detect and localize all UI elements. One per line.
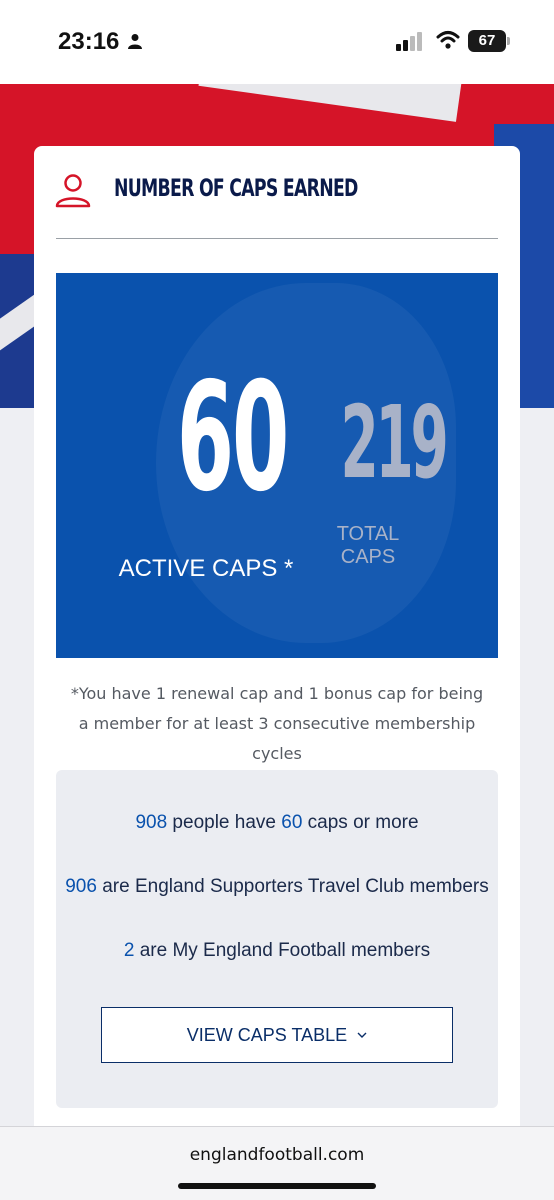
caps-footnote: *You have 1 renewal cap and 1 bonus cap … [70, 684, 484, 763]
view-caps-table-label: VIEW CAPS TABLE [186, 1024, 348, 1045]
stat-text: are England Supporters Travel Club membe… [96, 876, 489, 897]
stat-text: are My England Football members [134, 940, 431, 961]
battery-level: 67 [468, 30, 506, 52]
stat-caps-value: 60 [281, 812, 303, 833]
active-caps-value: 60 [176, 351, 290, 525]
stat-my-england-members: 2 are My England Football members [56, 940, 498, 962]
view-caps-table-button[interactable]: VIEW CAPS TABLE [101, 1007, 453, 1063]
chevron-down-icon [357, 1032, 367, 1038]
total-caps-label: TOTAL CAPS [336, 523, 400, 568]
card-header: NUMBER OF CAPS EARNED [54, 170, 500, 238]
person-icon [128, 34, 142, 49]
active-caps-label: ACTIVE CAPS * [118, 555, 294, 582]
user-icon [55, 174, 91, 208]
hero-stripe [198, 84, 462, 122]
total-caps-value: 219 [340, 384, 449, 501]
card-title: NUMBER OF CAPS EARNED [114, 174, 358, 202]
caps-card: NUMBER OF CAPS EARNED 60 ACTIVE CAPS * 2… [34, 146, 520, 1146]
divider [56, 238, 498, 239]
stat-people-with-caps: 908 people have 60 caps or more [56, 812, 498, 834]
url-text[interactable]: englandfootball.com [0, 1145, 554, 1165]
stat-count: 908 [135, 812, 168, 833]
stat-travel-club-members: 906 are England Supporters Travel Club m… [56, 876, 498, 898]
cellular-signal-icon [396, 32, 422, 51]
stat-count: 906 [65, 876, 97, 897]
caps-panel: 60 ACTIVE CAPS * 219 TOTAL CAPS [56, 273, 498, 658]
battery-icon: 67 [468, 30, 510, 52]
status-bar: 23:16 67 [0, 0, 554, 84]
stat-count: 2 [123, 940, 135, 961]
wifi-icon [436, 31, 460, 49]
stat-text: caps or more [302, 812, 419, 833]
battery-cap [507, 37, 510, 45]
clock: 23:16 [58, 28, 120, 55]
browser-address-bar[interactable]: englandfootball.com [0, 1126, 554, 1200]
home-indicator[interactable] [178, 1183, 376, 1189]
stat-text: people have [167, 812, 282, 833]
stats-panel: 908 people have 60 caps or more 906 are … [56, 770, 498, 1108]
